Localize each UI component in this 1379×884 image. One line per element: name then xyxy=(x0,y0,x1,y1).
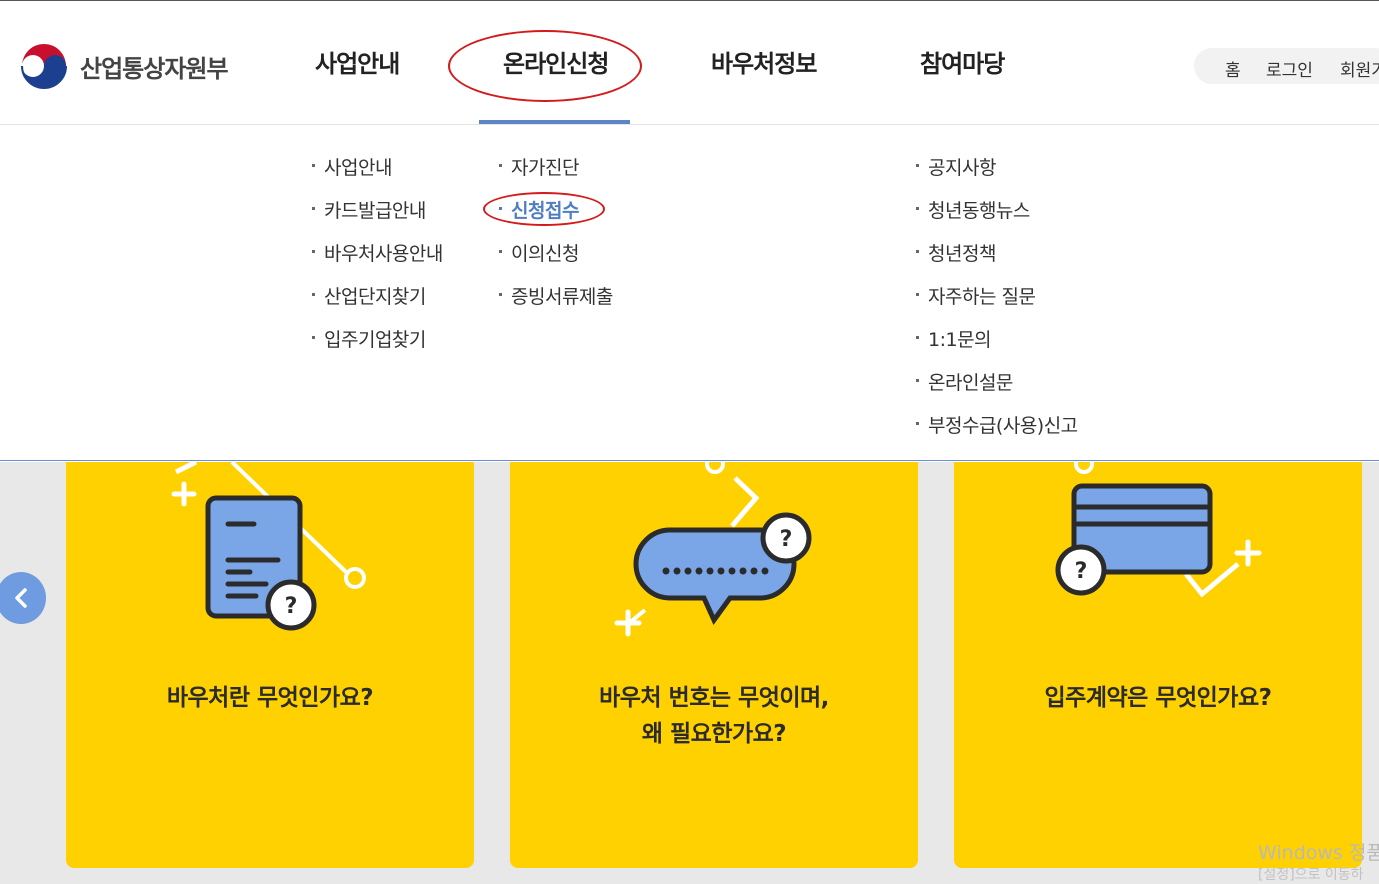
taegeuk-emblem-icon xyxy=(17,39,71,93)
site-header: 산업통상자원부 사업안내 온라인신청 바우처정보 참여마당 홈 로그인 회원가 xyxy=(0,4,1379,125)
submenu-item[interactable]: 자가진단 xyxy=(499,153,613,196)
submenu-item[interactable]: 공지사항 xyxy=(916,153,1078,196)
submenu-item[interactable]: 청년정책 xyxy=(916,239,1078,282)
nav-item-participation[interactable]: 참여마당 xyxy=(920,44,1005,79)
submenu-participation: 공지사항 청년동행뉴스 청년정책 자주하는 질문 1:1문의 온라인설문 부정수… xyxy=(916,153,1078,454)
card-question-icon: ? xyxy=(1055,462,1262,598)
nav-item-business-info[interactable]: 사업안내 xyxy=(315,44,400,79)
annotation-circle-nav xyxy=(448,30,642,102)
submenu-item[interactable]: 입주기업찾기 xyxy=(312,325,443,368)
faq-card-voucher-number[interactable]: ? 바우처 번호는 무엇이며, 왜 필요한가요? xyxy=(510,462,918,868)
card-title: 입주계약은 무엇인가요? xyxy=(1044,685,1272,711)
login-link[interactable]: 로그인 xyxy=(1266,56,1313,81)
submenu-item[interactable]: 카드발급안내 xyxy=(312,196,443,239)
watermark-line1: Windows 정품 xyxy=(1258,842,1379,864)
svg-text:?: ? xyxy=(285,594,298,619)
card-title-line1: 바우처 번호는 무엇이며, xyxy=(599,685,829,711)
submenu-online-application: 자가진단 신청접수 이의신청 증빙서류제출 xyxy=(499,153,613,325)
submenu-item[interactable]: 청년동행뉴스 xyxy=(916,196,1078,239)
faq-card-voucher[interactable]: ? 바우처란 무엇인가요? xyxy=(66,462,474,868)
submenu-item[interactable]: 산업단지찾기 xyxy=(312,282,443,325)
nav-item-voucher-info[interactable]: 바우처정보 xyxy=(711,44,817,79)
home-link[interactable]: 홈 xyxy=(1225,56,1241,81)
annotation-circle-submenu xyxy=(483,192,605,226)
submenu-item[interactable]: 온라인설문 xyxy=(916,368,1078,411)
utility-menu: 홈 로그인 회원가 xyxy=(1194,48,1379,84)
document-question-icon: ? xyxy=(171,462,366,631)
submenu-item[interactable]: 부정수급(사용)신고 xyxy=(916,411,1078,454)
card-title-line2: 왜 필요한가요? xyxy=(641,721,787,747)
active-nav-indicator xyxy=(479,120,630,124)
submenu-business-info: 사업안내 카드발급안내 바우처사용안내 산업단지찾기 입주기업찾기 xyxy=(312,153,443,368)
card-title: 바우처란 무엇인가요? xyxy=(166,685,374,711)
speech-bubble-question-icon: ? xyxy=(614,462,812,637)
faq-card-occupancy-contract[interactable]: ? 입주계약은 무엇인가요? xyxy=(954,462,1362,868)
carousel-prev-button[interactable] xyxy=(0,572,46,624)
submenu-item[interactable]: 바우처사용안내 xyxy=(312,239,443,282)
mega-menu: 사업안내 카드발급안내 바우처사용안내 산업단지찾기 입주기업찾기 자가진단 신… xyxy=(0,125,1379,461)
ministry-logo[interactable]: 산업통상자원부 xyxy=(16,38,229,94)
submenu-item[interactable]: 1:1문의 xyxy=(916,325,1078,368)
submenu-item[interactable]: 증빙서류제출 xyxy=(499,282,613,325)
faq-cards-section: ? 바우처란 무엇인가요? ? 바우처 번호는 무엇이며, 왜 필요한가요? ?… xyxy=(0,462,1379,884)
join-link[interactable]: 회원가 xyxy=(1340,56,1379,81)
watermark-line2: [설정]으로 이동하 xyxy=(1258,867,1364,883)
logo-text: 산업통상자원부 xyxy=(80,54,229,83)
windows-activation-watermark: Windows 정품 [설정]으로 이동하 xyxy=(1258,842,1379,884)
submenu-item[interactable]: 사업안내 xyxy=(312,153,443,196)
svg-text:?: ? xyxy=(1075,559,1088,584)
svg-text:?: ? xyxy=(780,527,793,552)
submenu-item[interactable]: 자주하는 질문 xyxy=(916,282,1078,325)
chevron-left-icon xyxy=(15,588,27,608)
submenu-item[interactable]: 이의신청 xyxy=(499,239,613,282)
